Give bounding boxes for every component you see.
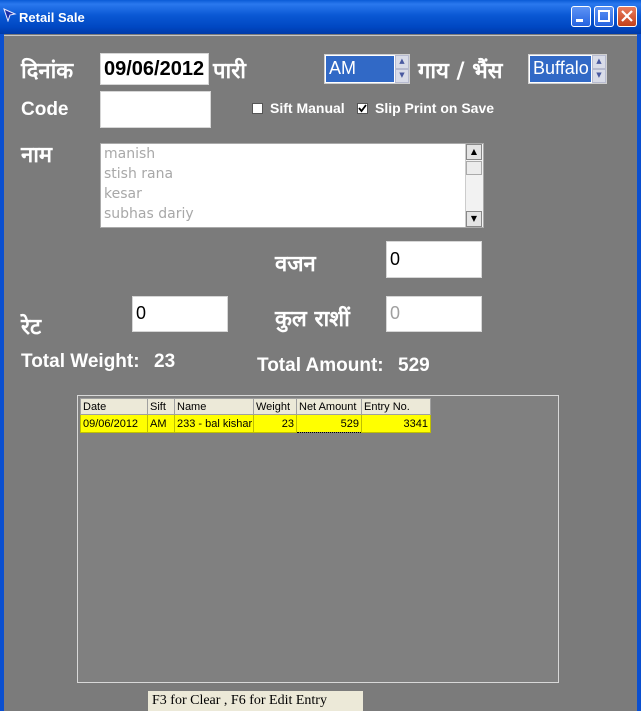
window-title: Retail Sale <box>19 10 85 25</box>
list-item[interactable]: kesar <box>101 184 483 204</box>
sift-manual-checkbox[interactable] <box>252 103 263 114</box>
shift-value: AM <box>326 56 394 82</box>
weight-label: वजन <box>275 252 316 277</box>
minimize-button[interactable] <box>571 6 591 27</box>
divider <box>4 35 637 39</box>
entries-grid[interactable]: Date Sift Name Weight Net Amount Entry N… <box>77 395 559 683</box>
animal-select[interactable]: Buffalo ▲ ▼ <box>528 54 607 84</box>
window-border-left <box>0 34 4 711</box>
weight-input[interactable]: 0 <box>386 241 482 278</box>
animal-value: Buffalo <box>530 56 591 82</box>
table-row[interactable]: 09/06/2012 AM 233 - bal kishar 23 529 33… <box>80 414 431 433</box>
cell-entry-no[interactable]: 3341 <box>361 414 431 433</box>
total-amount-label: कुल राशीं <box>275 307 350 332</box>
name-label: नाम <box>21 143 53 168</box>
column-header[interactable]: Entry No. <box>361 398 431 415</box>
spin-up-icon[interactable]: ▲ <box>395 55 409 69</box>
animal-label: गाय / भैंस <box>418 59 503 84</box>
maximize-icon <box>598 10 610 22</box>
cell-net-amount[interactable]: 529 <box>296 414 362 433</box>
list-item[interactable]: manish <box>101 144 483 164</box>
total-amount-summary-label: Total Amount: <box>257 355 384 376</box>
list-scrollbar[interactable]: ▲ ▼ <box>465 144 483 227</box>
cell-name[interactable]: 233 - bal kishar <box>174 414 254 433</box>
code-label: Code <box>21 99 69 120</box>
column-header[interactable]: Name <box>174 398 254 415</box>
sift-manual-label: Sift Manual <box>270 100 345 116</box>
scroll-up-icon[interactable]: ▲ <box>466 144 482 160</box>
animal-spinner[interactable]: ▲ ▼ <box>592 55 606 83</box>
slip-print-checkbox[interactable] <box>357 103 368 114</box>
total-weight-label: Total Weight: <box>21 351 140 372</box>
total-amount-summary-value: 529 <box>398 355 430 376</box>
shift-select[interactable]: AM ▲ ▼ <box>324 54 410 84</box>
shift-label: पारी <box>213 59 246 84</box>
spin-up-icon[interactable]: ▲ <box>592 55 606 69</box>
minimize-icon <box>576 19 583 22</box>
date-input[interactable]: 09/06/2012 <box>100 53 209 85</box>
slip-print-label: Slip Print on Save <box>375 100 495 116</box>
list-item[interactable]: subhas dariy <box>101 204 483 224</box>
title-bar[interactable]: Retail Sale <box>0 0 641 34</box>
total-weight-value: 23 <box>154 351 176 372</box>
cell-date[interactable]: 09/06/2012 <box>80 414 148 433</box>
column-header[interactable]: Weight <box>253 398 297 415</box>
close-icon <box>621 10 633 22</box>
column-header[interactable]: Sift <box>147 398 175 415</box>
cursor-arrow-icon <box>3 8 17 22</box>
total-amount-input: 0 <box>386 296 482 332</box>
table-header: Date Sift Name Weight Net Amount Entry N… <box>80 398 431 415</box>
spin-down-icon[interactable]: ▼ <box>395 69 409 83</box>
entries-table: Date Sift Name Weight Net Amount Entry N… <box>80 398 431 433</box>
column-header[interactable]: Net Amount <box>296 398 362 415</box>
check-icon <box>358 104 367 113</box>
scroll-thumb[interactable] <box>466 161 482 175</box>
name-listbox[interactable]: manish stish rana kesar subhas dariy ▲ ▼ <box>100 143 484 228</box>
spin-down-icon[interactable]: ▼ <box>592 69 606 83</box>
code-input[interactable] <box>100 91 211 128</box>
column-header[interactable]: Date <box>80 398 148 415</box>
list-item[interactable]: stish rana <box>101 164 483 184</box>
rate-input[interactable]: 0 <box>132 296 228 332</box>
rate-label: रेट <box>21 315 42 340</box>
shortcut-hint: F3 for Clear , F6 for Edit Entry <box>148 691 363 711</box>
shift-spinner[interactable]: ▲ ▼ <box>395 55 409 83</box>
date-label: दिनांक <box>21 59 74 84</box>
cell-weight[interactable]: 23 <box>253 414 297 433</box>
maximize-button[interactable] <box>594 6 614 27</box>
window-border-right <box>637 34 641 711</box>
cell-sift[interactable]: AM <box>147 414 175 433</box>
close-button[interactable] <box>617 6 637 27</box>
scroll-down-icon[interactable]: ▼ <box>466 211 482 227</box>
